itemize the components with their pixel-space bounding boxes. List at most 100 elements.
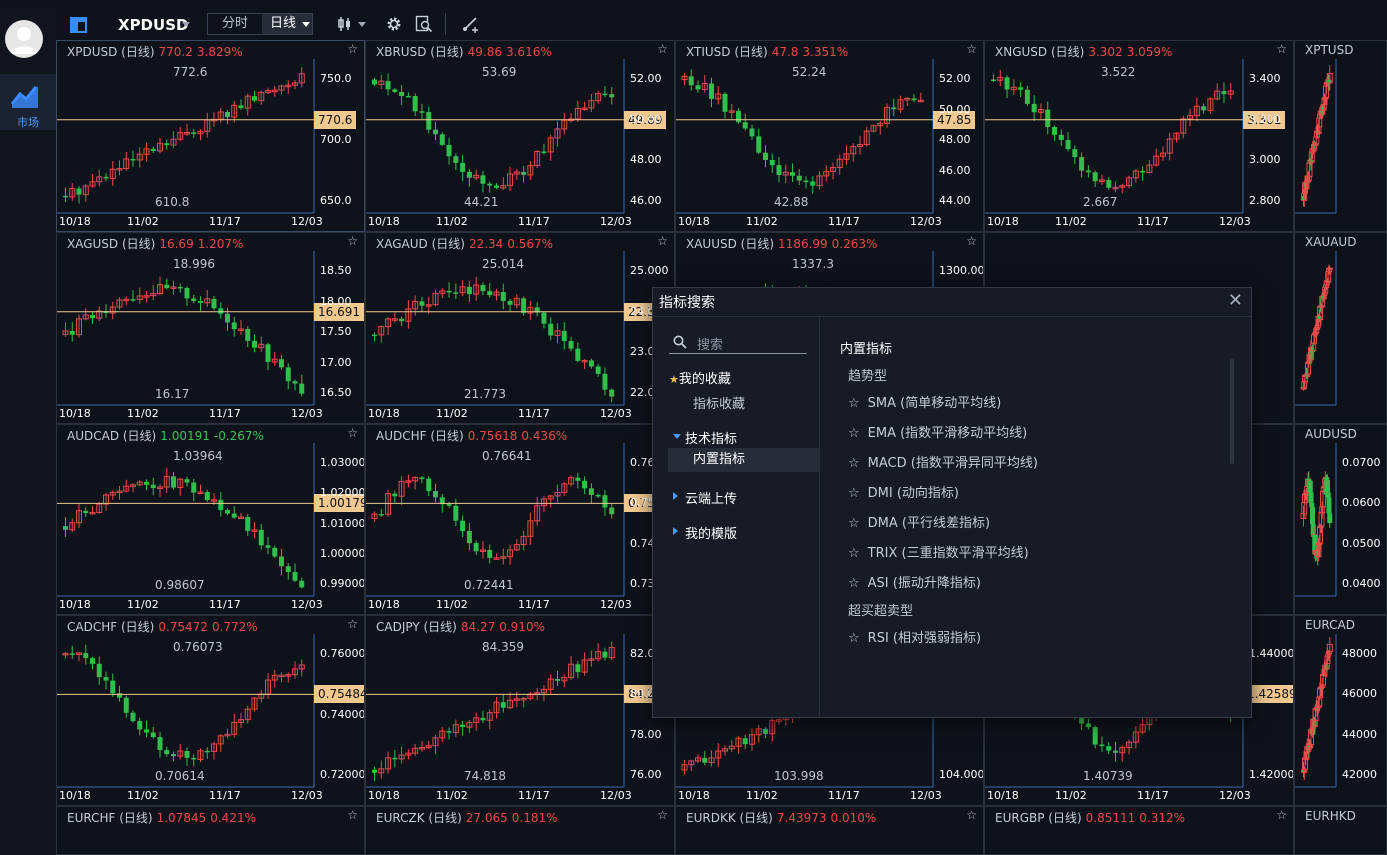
star-outline-icon[interactable]: ☆ bbox=[848, 456, 860, 471]
candlestick-chart[interactable] bbox=[1295, 41, 1387, 232]
nav-my-templates[interactable]: 我的模版 bbox=[673, 523, 737, 542]
candlestick-chart[interactable] bbox=[57, 41, 365, 232]
drawing-tools-icon[interactable] bbox=[461, 15, 479, 33]
star-outline-icon[interactable]: ☆ bbox=[848, 426, 860, 441]
candle bbox=[602, 373, 608, 390]
chart-title: XNGUSD (日线) 3.302 3.059% bbox=[995, 43, 1172, 60]
date-tick-label: 10/18 bbox=[59, 215, 91, 228]
candlestick-chart[interactable] bbox=[985, 41, 1294, 232]
chart-panel-eurhkd[interactable]: EURHKD bbox=[1294, 806, 1387, 855]
high-price-label: 25.014 bbox=[482, 257, 524, 271]
indicator-search-input[interactable]: 搜索 bbox=[669, 333, 807, 354]
chart-panel-cadjpy[interactable]: 84.27 82.00 80.00 78.00 76.00 84.359 74.818 10/… bbox=[365, 615, 675, 806]
candle bbox=[1092, 172, 1098, 182]
chart-title: CADJPY (日线) 84.27 0.910% bbox=[376, 618, 545, 635]
chart-panel-eurgbp[interactable]: EURGBP (日线) 0.85111 0.312% ☆ bbox=[984, 806, 1294, 855]
gear-icon[interactable] bbox=[385, 15, 403, 33]
symbol-selector[interactable]: XPDUSD bbox=[118, 16, 188, 34]
favorite-star-icon[interactable]: ☆ bbox=[657, 42, 668, 56]
chevron-down-icon[interactable] bbox=[182, 22, 190, 27]
chart-panel-eurcad[interactable]: 48000 46000 44000 42000 EURCAD bbox=[1294, 615, 1387, 806]
indicator-item[interactable]: ☆ EMA (指数平滑移动平均线) bbox=[848, 422, 1027, 441]
star-outline-icon[interactable]: ☆ bbox=[848, 486, 860, 501]
candle bbox=[123, 697, 129, 713]
chart-panel-eurchf[interactable]: EURCHF (日线) 1.07845 0.421% ☆ bbox=[56, 806, 365, 855]
high-price-label: 18.996 bbox=[173, 257, 215, 271]
nav-tech-indicators[interactable]: 技术指标 bbox=[673, 428, 737, 447]
indicator-item[interactable]: ☆ SMA (简单移动平均线) bbox=[848, 392, 1001, 411]
date-axis-labels: 10/18 11/02 11/17 12/03 bbox=[57, 789, 364, 803]
date-tick-label: 10/18 bbox=[59, 789, 91, 802]
avatar[interactable] bbox=[5, 20, 43, 58]
favorite-star-icon[interactable]: ☆ bbox=[657, 808, 668, 822]
chart-panel-audchf[interactable]: 0.756 0.760 0.750 0.740 0.730 0.76641 0.72441 1… bbox=[365, 424, 675, 615]
candle bbox=[69, 653, 75, 655]
chevron-down-icon[interactable] bbox=[358, 22, 366, 27]
indicator-item[interactable]: ☆ MACD (指数平滑异同平均线) bbox=[848, 452, 1038, 471]
chart-panel-eurdkk[interactable]: EURDKK (日线) 7.43973 0.010% ☆ bbox=[675, 806, 984, 855]
candle bbox=[709, 83, 714, 99]
indicator-item[interactable]: ☆ ASI (振动升降指标) bbox=[848, 572, 981, 591]
chart-panel-eurczk[interactable]: EURCZK (日线) 27.065 0.181% ☆ bbox=[365, 806, 675, 855]
candlestick-chart[interactable] bbox=[676, 41, 984, 232]
date-tick-label: 10/18 bbox=[59, 598, 91, 611]
category-oscillator: 超买超卖型 bbox=[848, 604, 914, 619]
change-value: 0.263% bbox=[831, 237, 878, 251]
candlestick-chart[interactable] bbox=[1295, 233, 1387, 424]
favorite-star-icon[interactable]: ☆ bbox=[347, 426, 358, 440]
favorite-star-icon[interactable]: ☆ bbox=[966, 808, 977, 822]
chart-panel-xbrusd[interactable]: 49.89 52.00 50.00 48.00 46.00 53.69 44.21 10/18… bbox=[365, 40, 675, 232]
favorite-star-icon[interactable]: ☆ bbox=[347, 617, 358, 631]
favorite-star-icon[interactable]: ☆ bbox=[966, 234, 977, 248]
star-outline-icon[interactable]: ☆ bbox=[848, 631, 860, 646]
indicator-item[interactable]: ☆ RSI (相对强弱指标) bbox=[848, 627, 981, 646]
chart-panel-xtiusd[interactable]: 47.85 52.00 50.00 48.00 46.00 44.00 52.24 42.88… bbox=[675, 40, 984, 232]
scrollbar[interactable] bbox=[1230, 359, 1234, 464]
nav-favorites-sub[interactable]: 指标收藏 bbox=[693, 393, 745, 412]
star-outline-icon[interactable]: ☆ bbox=[848, 516, 860, 531]
sidebar-item-market[interactable]: 市场 bbox=[0, 74, 56, 130]
nav-cloud-upload[interactable]: 云端上传 bbox=[673, 488, 737, 507]
favorite-star-icon[interactable]: ☆ bbox=[347, 808, 358, 822]
favorite-star-icon[interactable]: ☆ bbox=[1276, 808, 1287, 822]
chart-panel-cadchf[interactable]: 0.75484 0.76000 0.74000 0.72000 0.76073 0.706… bbox=[56, 615, 365, 806]
date-axis-labels: 10/18 11/02 11/17 12/03 bbox=[676, 789, 983, 803]
date-tick-label: 10/18 bbox=[678, 789, 710, 802]
chart-panel-xptusd[interactable]: XPTUSD bbox=[1294, 40, 1387, 232]
candle bbox=[1085, 170, 1091, 173]
indicator-item[interactable]: ☆ TRIX (三重指数平滑平均线) bbox=[848, 542, 1029, 561]
nav-builtin-indicators[interactable]: 内置指标 bbox=[668, 448, 819, 472]
candle bbox=[378, 514, 384, 516]
indicator-item[interactable]: ☆ DMI (动向指标) bbox=[848, 482, 959, 501]
indicator-item[interactable]: ☆ DMA (平行线差指标) bbox=[848, 512, 990, 531]
chart-panel-xagusd[interactable]: 16.691 18.50 18.00 17.50 17.00 16.50 18.996 16.… bbox=[56, 232, 365, 424]
chart-panel-xpdusd[interactable]: 770.6 750.0 700.0 650.0 772.6 610.8 10/18 11/02… bbox=[56, 40, 365, 232]
date-axis-labels: 10/18 11/02 11/17 12/03 bbox=[366, 598, 674, 612]
period-daily-button[interactable]: 日线 bbox=[262, 14, 312, 34]
star-outline-icon[interactable]: ☆ bbox=[848, 396, 860, 411]
star-outline-icon[interactable]: ☆ bbox=[848, 546, 860, 561]
date-tick-label: 10/18 bbox=[987, 789, 1019, 802]
candle bbox=[803, 180, 809, 183]
candle bbox=[218, 499, 224, 510]
candle bbox=[372, 334, 377, 337]
favorite-star-icon[interactable]: ☆ bbox=[347, 234, 358, 248]
chart-panel-xauaud[interactable]: XAUAUD bbox=[1294, 232, 1387, 424]
favorite-star-icon[interactable]: ☆ bbox=[657, 234, 668, 248]
chart-panel-audcad[interactable]: 1.00179 1.03000 1.02000 1.01000 1.00000 0.990… bbox=[56, 424, 365, 615]
star-outline-icon[interactable]: ☆ bbox=[848, 576, 860, 591]
candlestick-type-icon[interactable] bbox=[336, 15, 354, 33]
chart-panel-xagaud[interactable]: 22.33 25.000 24.000 23.000 22.000 25.014 21.77… bbox=[365, 232, 675, 424]
chart-panel-xngusd[interactable]: 3.301 3.400 3.200 3.000 2.800 3.522 2.667 10/18… bbox=[984, 40, 1294, 232]
close-icon[interactable]: ✕ bbox=[1228, 290, 1243, 311]
favorite-star-icon[interactable]: ☆ bbox=[1276, 42, 1287, 56]
favorite-star-icon[interactable]: ☆ bbox=[966, 42, 977, 56]
nav-favorites[interactable]: ★我的收藏 bbox=[669, 368, 731, 387]
chart-panel-audusd[interactable]: 0.0700 0.0600 0.0500 0.0400 AUDUSD bbox=[1294, 424, 1387, 615]
layout-icon[interactable] bbox=[70, 17, 87, 33]
favorite-star-icon[interactable]: ☆ bbox=[347, 42, 358, 56]
indicator-search-icon[interactable] bbox=[415, 15, 433, 33]
candlestick-chart[interactable] bbox=[366, 41, 675, 232]
chart-title: XPTUSD bbox=[1305, 43, 1353, 57]
period-intraday-button[interactable]: 分时 bbox=[208, 14, 262, 34]
